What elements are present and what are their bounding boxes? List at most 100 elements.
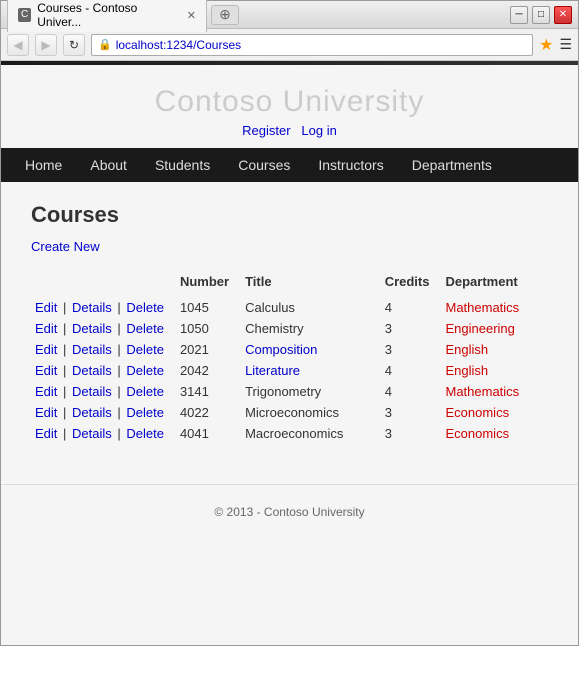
- details-link[interactable]: Details: [72, 342, 112, 357]
- details-link[interactable]: Details: [72, 405, 112, 420]
- page-header: Contoso University Register Log in: [1, 65, 578, 148]
- title-link[interactable]: Composition: [245, 342, 317, 357]
- row-number: 2021: [176, 339, 241, 360]
- details-link[interactable]: Details: [72, 426, 112, 441]
- nav-students[interactable]: Students: [141, 148, 224, 182]
- details-link[interactable]: Details: [72, 384, 112, 399]
- edit-link[interactable]: Edit: [35, 384, 57, 399]
- maximize-button[interactable]: □: [532, 6, 550, 24]
- table-row: Edit | Details | Delete2021Composition3E…: [31, 339, 548, 360]
- row-credits: 3: [381, 339, 442, 360]
- tab-close-button[interactable]: ✕: [187, 9, 196, 22]
- details-link[interactable]: Details: [72, 321, 112, 336]
- browser-window: C Courses - Contoso Univer... ✕ ⊕ ─ □ ✕ …: [0, 0, 579, 646]
- row-department: Mathematics: [441, 297, 548, 318]
- refresh-button[interactable]: ↻: [63, 34, 85, 56]
- delete-link[interactable]: Delete: [126, 405, 164, 420]
- col-header-actions: [31, 270, 176, 297]
- tab-title: Courses - Contoso Univer...: [37, 1, 177, 29]
- row-number: 2042: [176, 360, 241, 381]
- table-row: Edit | Details | Delete4041Macroeconomic…: [31, 423, 548, 444]
- details-link[interactable]: Details: [72, 363, 112, 378]
- forward-button[interactable]: ▶: [35, 34, 57, 56]
- row-credits: 3: [381, 318, 442, 339]
- col-header-credits: Credits: [381, 270, 442, 297]
- sep1: |: [59, 426, 70, 441]
- edit-link[interactable]: Edit: [35, 321, 57, 336]
- page-footer: © 2013 - Contoso University: [1, 484, 578, 539]
- nav-home[interactable]: Home: [11, 148, 76, 182]
- edit-link[interactable]: Edit: [35, 342, 57, 357]
- row-credits: 3: [381, 402, 442, 423]
- lock-icon: 🔒: [98, 38, 112, 51]
- delete-link[interactable]: Delete: [126, 426, 164, 441]
- menu-button[interactable]: ☰: [559, 36, 572, 53]
- edit-link[interactable]: Edit: [35, 300, 57, 315]
- table-header-row: Number Title Credits Department: [31, 270, 548, 297]
- close-button[interactable]: ✕: [554, 6, 572, 24]
- row-number: 4041: [176, 423, 241, 444]
- table-row: Edit | Details | Delete2042 Literature 4En…: [31, 360, 548, 381]
- row-credits: 3: [381, 423, 442, 444]
- row-department: Economics: [441, 423, 548, 444]
- row-department: Economics: [441, 402, 548, 423]
- row-department: English: [441, 339, 548, 360]
- row-number: 4022: [176, 402, 241, 423]
- delete-link[interactable]: Delete: [126, 321, 164, 336]
- row-title: Microeconomics: [241, 402, 381, 423]
- sep2: |: [114, 300, 125, 315]
- row-title: Trigonometry: [241, 381, 381, 402]
- address-bar[interactable]: 🔒 localhost:1234/Courses: [91, 34, 533, 56]
- row-title[interactable]: Composition: [241, 339, 381, 360]
- nav-about[interactable]: About: [76, 148, 141, 182]
- row-credits: 4: [381, 360, 442, 381]
- sep2: |: [114, 426, 125, 441]
- edit-link[interactable]: Edit: [35, 405, 57, 420]
- nav-courses[interactable]: Courses: [224, 148, 304, 182]
- title-link[interactable]: Literature: [245, 363, 300, 378]
- row-title: Chemistry: [241, 318, 381, 339]
- address-text: localhost:1234/Courses: [116, 38, 241, 52]
- nav-instructors[interactable]: Instructors: [304, 148, 397, 182]
- back-button[interactable]: ◀: [7, 34, 29, 56]
- nav-departments[interactable]: Departments: [398, 148, 506, 182]
- row-department: English: [441, 360, 548, 381]
- edit-link[interactable]: Edit: [35, 426, 57, 441]
- site-title: Contoso University: [1, 85, 578, 119]
- row-actions: Edit | Details | Delete: [31, 360, 176, 381]
- browser-tab[interactable]: C Courses - Contoso Univer... ✕: [7, 0, 207, 32]
- delete-link[interactable]: Delete: [126, 300, 164, 315]
- row-title[interactable]: Literature: [241, 360, 381, 381]
- delete-link[interactable]: Delete: [126, 384, 164, 399]
- row-title: Calculus: [241, 297, 381, 318]
- page-content: Contoso University Register Log in Home …: [1, 65, 578, 645]
- row-actions: Edit | Details | Delete: [31, 381, 176, 402]
- bookmark-button[interactable]: ★: [539, 35, 553, 55]
- table-row: Edit | Details | Delete4022Microeconomic…: [31, 402, 548, 423]
- col-header-department: Department: [441, 270, 548, 297]
- row-number: 3141: [176, 381, 241, 402]
- row-number: 1050: [176, 318, 241, 339]
- sep1: |: [59, 405, 70, 420]
- login-link[interactable]: Log in: [301, 123, 336, 138]
- minimize-button[interactable]: ─: [510, 6, 528, 24]
- row-credits: 4: [381, 381, 442, 402]
- table-row: Edit | Details | Delete1045Calculus4Math…: [31, 297, 548, 318]
- table-row: Edit | Details | Delete1050Chemistry3Eng…: [31, 318, 548, 339]
- auth-links: Register Log in: [1, 123, 578, 138]
- col-header-title: Title: [241, 270, 381, 297]
- row-actions: Edit | Details | Delete: [31, 402, 176, 423]
- create-new-link[interactable]: Create New: [31, 239, 100, 254]
- new-tab-button[interactable]: ⊕: [211, 5, 239, 25]
- delete-link[interactable]: Delete: [126, 342, 164, 357]
- window-controls: ─ □ ✕: [510, 6, 572, 24]
- sep1: |: [59, 384, 70, 399]
- details-link[interactable]: Details: [72, 300, 112, 315]
- register-link[interactable]: Register: [242, 123, 290, 138]
- content-area: Courses Create New Number Title Credits …: [1, 182, 578, 464]
- delete-link[interactable]: Delete: [126, 363, 164, 378]
- table-row: Edit | Details | Delete3141Trigonometry4…: [31, 381, 548, 402]
- sep2: |: [114, 321, 125, 336]
- sep1: |: [59, 321, 70, 336]
- edit-link[interactable]: Edit: [35, 363, 57, 378]
